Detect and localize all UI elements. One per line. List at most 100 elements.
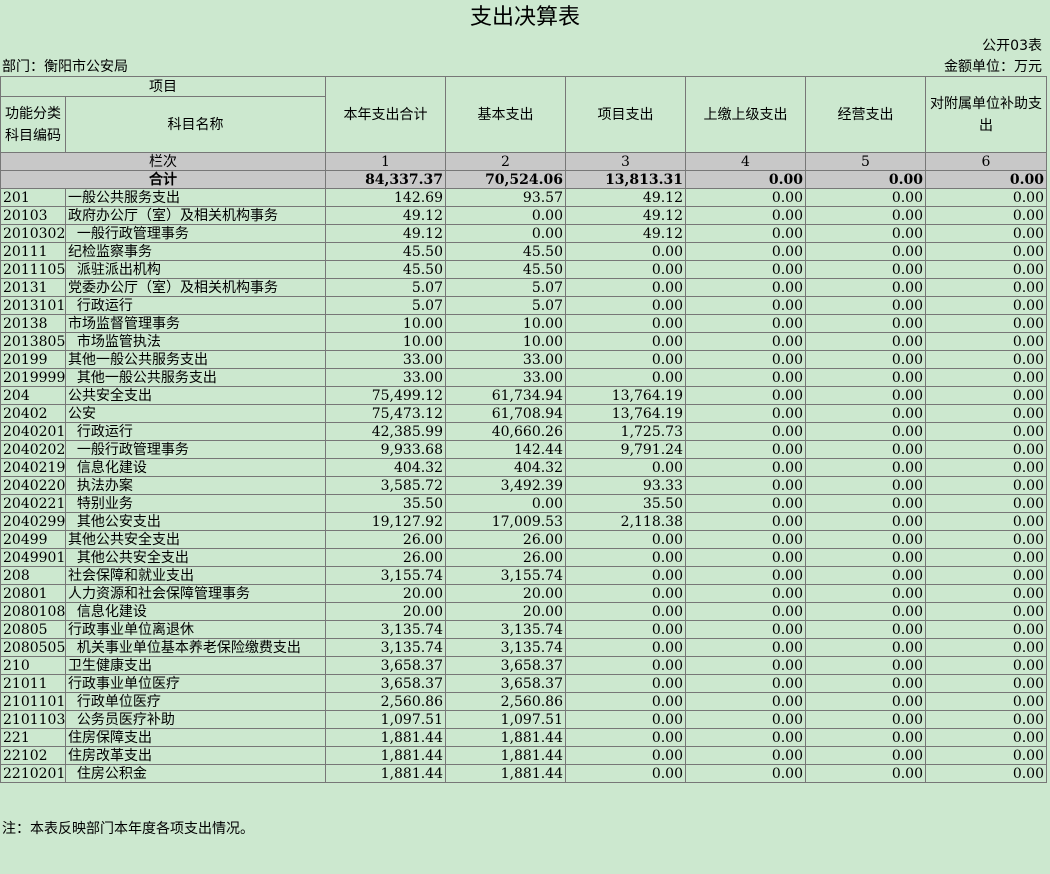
row-value: 0.00 — [805, 710, 926, 729]
row-value: 75,499.12 — [325, 386, 446, 405]
row-code: 2040202 — [0, 440, 66, 459]
row-subject-name: 其他公共安全支出 — [65, 530, 326, 549]
row-value: 0.00 — [565, 530, 686, 549]
row-value: 0.00 — [805, 188, 926, 207]
row-value: 0.00 — [925, 224, 1047, 243]
row-value: 0.00 — [565, 332, 686, 351]
row-value: 0.00 — [565, 350, 686, 369]
row-value: 1,097.51 — [445, 710, 566, 729]
row-subject-name: 行政运行 — [65, 422, 326, 441]
row-code: 204 — [0, 386, 66, 405]
expenditure-table: 项目 本年支出合计 基本支出 项目支出 上缴上级支出 经营支出 对附属单位补助支… — [0, 76, 1047, 783]
table-row: 2040221 特别业务 35.50 0.00 35.50 0.00 0.00 0.00 — [0, 494, 1047, 513]
row-value: 0.00 — [805, 404, 926, 423]
row-value: 26.00 — [445, 548, 566, 567]
row-code: 2040221 — [0, 494, 66, 513]
row-value: 2,560.86 — [445, 692, 566, 711]
total-value: 0.00 — [685, 170, 806, 189]
header-col-basic: 基本支出 — [445, 76, 566, 153]
row-value: 0.00 — [805, 296, 926, 315]
form-number: 公开03表 — [982, 38, 1042, 54]
row-subject-name: 社会保障和就业支出 — [65, 566, 326, 585]
row-value: 0.00 — [805, 656, 926, 675]
row-value: 40,660.26 — [445, 422, 566, 441]
row-value: 0.00 — [925, 188, 1047, 207]
col-index-label: 栏次 — [0, 152, 326, 171]
row-value: 0.00 — [565, 746, 686, 765]
row-value: 75,473.12 — [325, 404, 446, 423]
row-value: 1,881.44 — [325, 728, 446, 747]
row-value: 0.00 — [925, 764, 1047, 783]
row-code: 2101103 — [0, 710, 66, 729]
row-code: 2019999 — [0, 368, 66, 387]
row-value: 3,585.72 — [325, 476, 446, 495]
row-value: 0.00 — [685, 530, 806, 549]
table-row: 2080108 信息化建设 20.00 20.00 0.00 0.00 0.00 0.00 — [0, 602, 1047, 621]
row-subject-name: 人力资源和社会保障管理事务 — [65, 584, 326, 603]
row-value: 0.00 — [685, 314, 806, 333]
table-row: 2080505 机关事业单位基本养老保险缴费支出 3,135.74 3,135.74… — [0, 638, 1047, 657]
row-value: 0.00 — [805, 584, 926, 603]
row-value: 0.00 — [925, 440, 1047, 459]
table-row: 2010302 一般行政管理事务 49.12 0.00 49.12 0.00 0.00 0.… — [0, 224, 1047, 243]
header-col-business: 经营支出 — [805, 76, 926, 153]
row-code: 201 — [0, 188, 66, 207]
row-code: 20402 — [0, 404, 66, 423]
row-code: 20801 — [0, 584, 66, 603]
total-value: 0.00 — [805, 170, 926, 189]
row-subject-name: 其他公安支出 — [65, 512, 326, 531]
col-number: 6 — [925, 152, 1047, 171]
row-value: 0.00 — [925, 566, 1047, 585]
table-row: 20402 公安 75,473.12 61,708.94 13,764.19 0.00 0.… — [0, 404, 1047, 423]
table-row: 2210201 住房公积金 1,881.44 1,881.44 0.00 0.00 0.0… — [0, 764, 1047, 783]
row-value: 0.00 — [925, 242, 1047, 261]
col-number: 5 — [805, 152, 926, 171]
row-code: 2010302 — [0, 224, 66, 243]
row-value: 0.00 — [685, 548, 806, 567]
table-row: 2049901 其他公共安全支出 26.00 26.00 0.00 0.00 0.00 0.… — [0, 548, 1047, 567]
table-row: 20801 人力资源和社会保障管理事务 20.00 20.00 0.00 0.00 0.00… — [0, 584, 1047, 603]
row-value: 61,708.94 — [445, 404, 566, 423]
row-value: 0.00 — [685, 368, 806, 387]
row-value: 0.00 — [805, 386, 926, 405]
row-value: 33.00 — [325, 368, 446, 387]
header-col-remit: 上缴上级支出 — [685, 76, 806, 153]
row-value: 0.00 — [565, 764, 686, 783]
table-row: 2101101 行政单位医疗 2,560.86 2,560.86 0.00 0.00 0.… — [0, 692, 1047, 711]
row-value: 0.00 — [565, 692, 686, 711]
row-value: 0.00 — [445, 206, 566, 225]
row-code: 2040201 — [0, 422, 66, 441]
row-value: 0.00 — [685, 566, 806, 585]
row-subject-name: 市场监督管理事务 — [65, 314, 326, 333]
row-value: 0.00 — [805, 692, 926, 711]
row-value: 0.00 — [925, 494, 1047, 513]
col-number: 2 — [445, 152, 566, 171]
row-value: 0.00 — [925, 332, 1047, 351]
row-code: 2101101 — [0, 692, 66, 711]
total-label: 合计 — [0, 170, 326, 189]
footnote: 注：本表反映部门本年度各项支出情况。 — [2, 821, 254, 837]
row-value: 49.12 — [325, 206, 446, 225]
table-row: 2040220 执法办案 3,585.72 3,492.39 93.33 0.00 0.0… — [0, 476, 1047, 495]
row-value: 0.00 — [805, 602, 926, 621]
row-value: 33.00 — [445, 350, 566, 369]
row-value: 26.00 — [325, 548, 446, 567]
row-value: 0.00 — [685, 458, 806, 477]
row-value: 3,492.39 — [445, 476, 566, 495]
col-number: 4 — [685, 152, 806, 171]
row-value: 20.00 — [445, 584, 566, 603]
row-subject-name: 派驻派出机构 — [65, 260, 326, 279]
row-value: 0.00 — [805, 260, 926, 279]
row-value: 20.00 — [445, 602, 566, 621]
row-value: 0.00 — [925, 656, 1047, 675]
row-subject-name: 党委办公厅（室）及相关机构事务 — [65, 278, 326, 297]
row-value: 0.00 — [925, 746, 1047, 765]
row-value: 0.00 — [925, 530, 1047, 549]
table-row: 2040299 其他公安支出 19,127.92 17,009.53 2,118.38… — [0, 512, 1047, 531]
row-subject-name: 执法办案 — [65, 476, 326, 495]
row-value: 10.00 — [325, 332, 446, 351]
row-value: 0.00 — [925, 548, 1047, 567]
row-value: 0.00 — [685, 638, 806, 657]
row-value: 0.00 — [685, 746, 806, 765]
row-value: 0.00 — [805, 728, 926, 747]
